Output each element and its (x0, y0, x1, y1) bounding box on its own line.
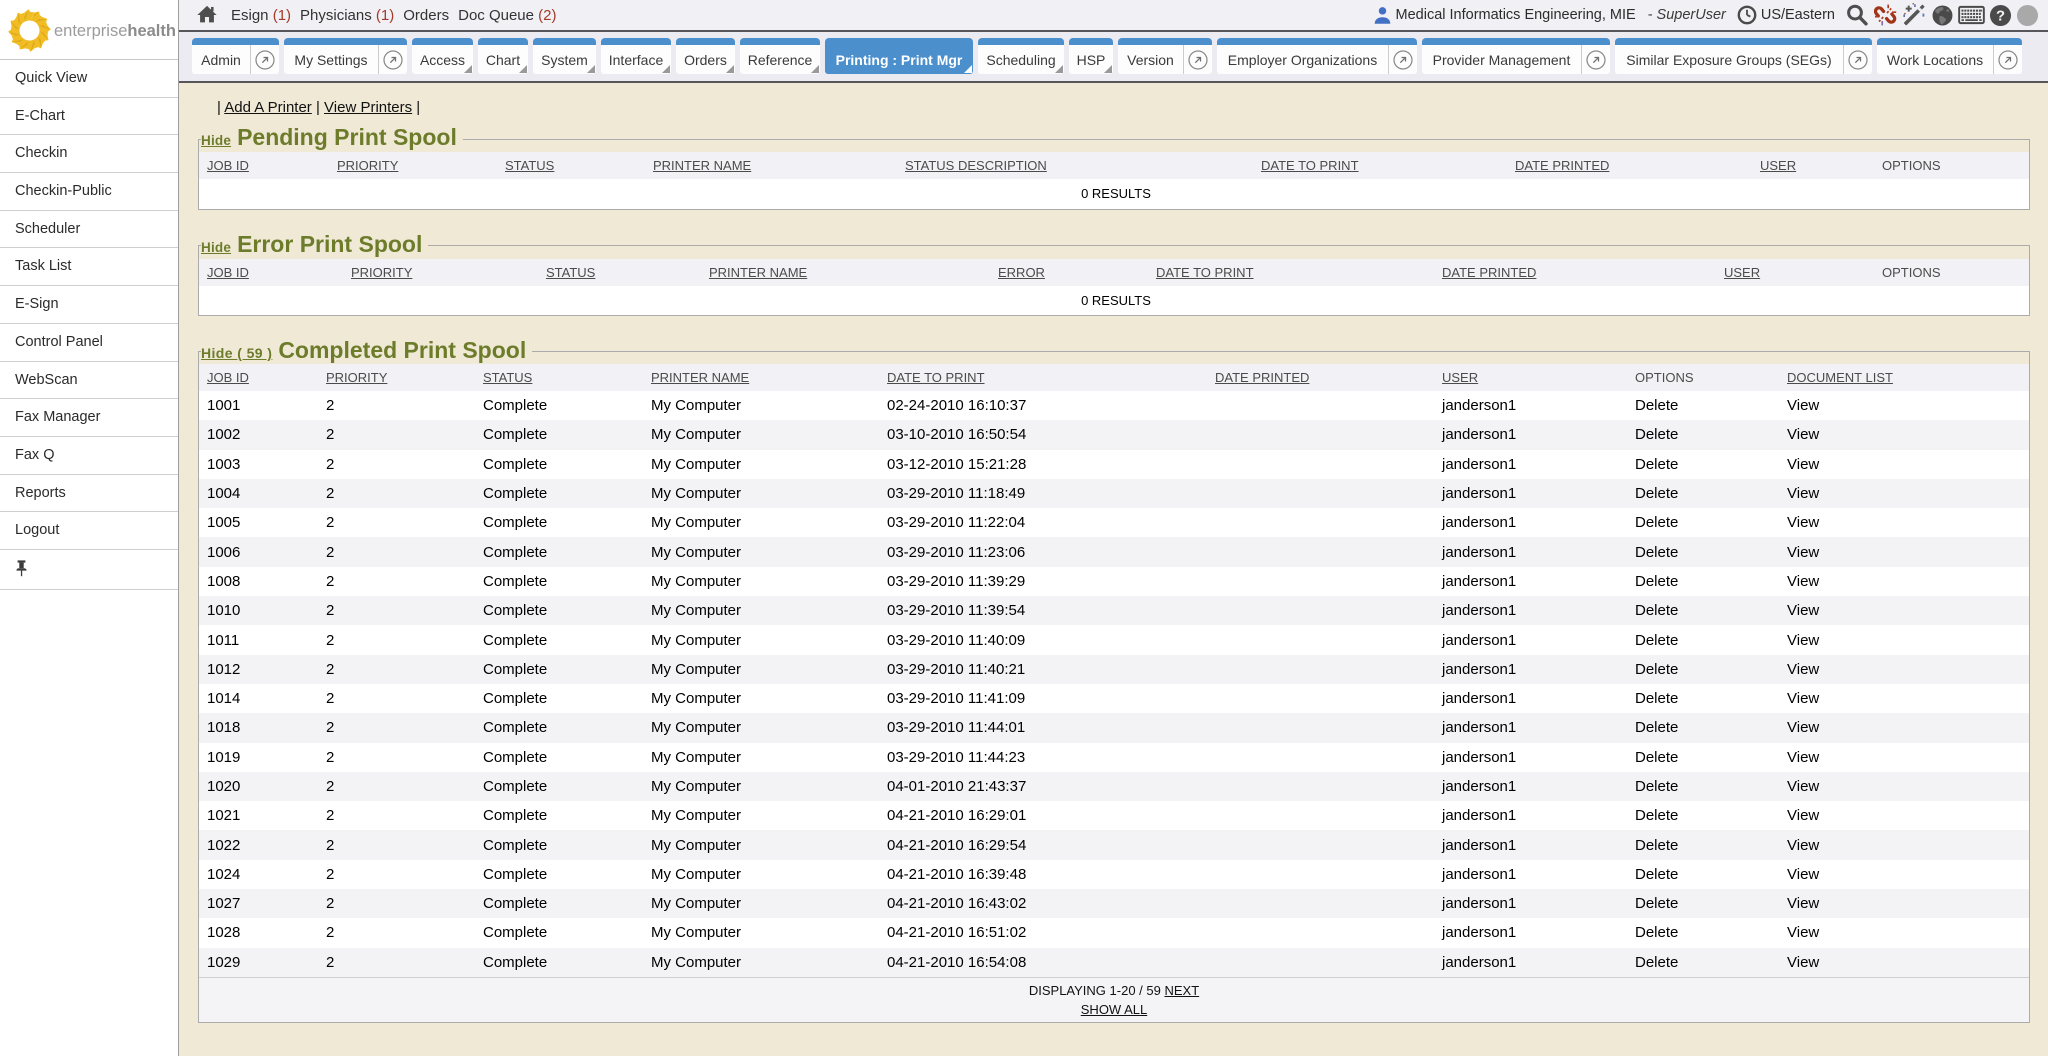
svg-text:?: ? (1996, 8, 2005, 24)
